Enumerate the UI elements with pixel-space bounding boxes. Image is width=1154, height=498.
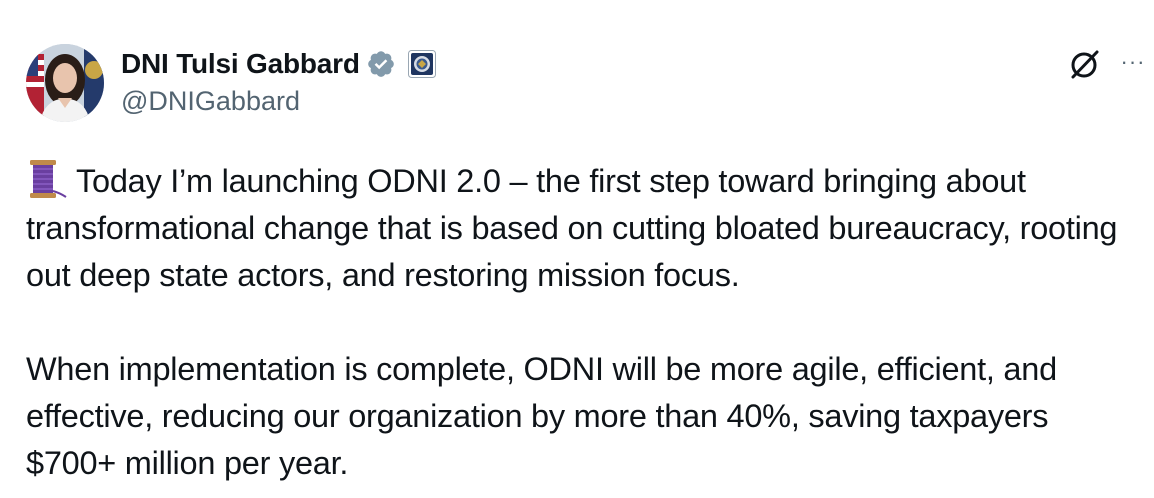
author-display-name[interactable]: DNI Tulsi Gabbard [121, 48, 360, 80]
thread-spool-emoji [26, 160, 68, 198]
grok-icon[interactable] [1066, 46, 1102, 82]
odni-seal-icon[interactable] [407, 50, 436, 78]
author-handle[interactable]: @DNIGabbard [121, 86, 300, 117]
tweet-paragraph-2-text: When implementation is complete, ODNI wi… [26, 351, 1057, 481]
more-options-button[interactable]: ··· [1116, 50, 1150, 78]
author-name-row: DNI Tulsi Gabbard [121, 44, 436, 84]
verified-badge-icon[interactable] [366, 49, 396, 79]
avatar[interactable] [26, 44, 104, 122]
tweet-paragraph-1-text: Today I’m launching ODNI 2.0 – the first… [26, 163, 1118, 293]
tweet-paragraph: Today I’m launching ODNI 2.0 – the first… [26, 158, 1136, 299]
tweet-text: Today I’m launching ODNI 2.0 – the first… [26, 158, 1136, 487]
tweet-paragraph: When implementation is complete, ODNI wi… [26, 346, 1136, 487]
